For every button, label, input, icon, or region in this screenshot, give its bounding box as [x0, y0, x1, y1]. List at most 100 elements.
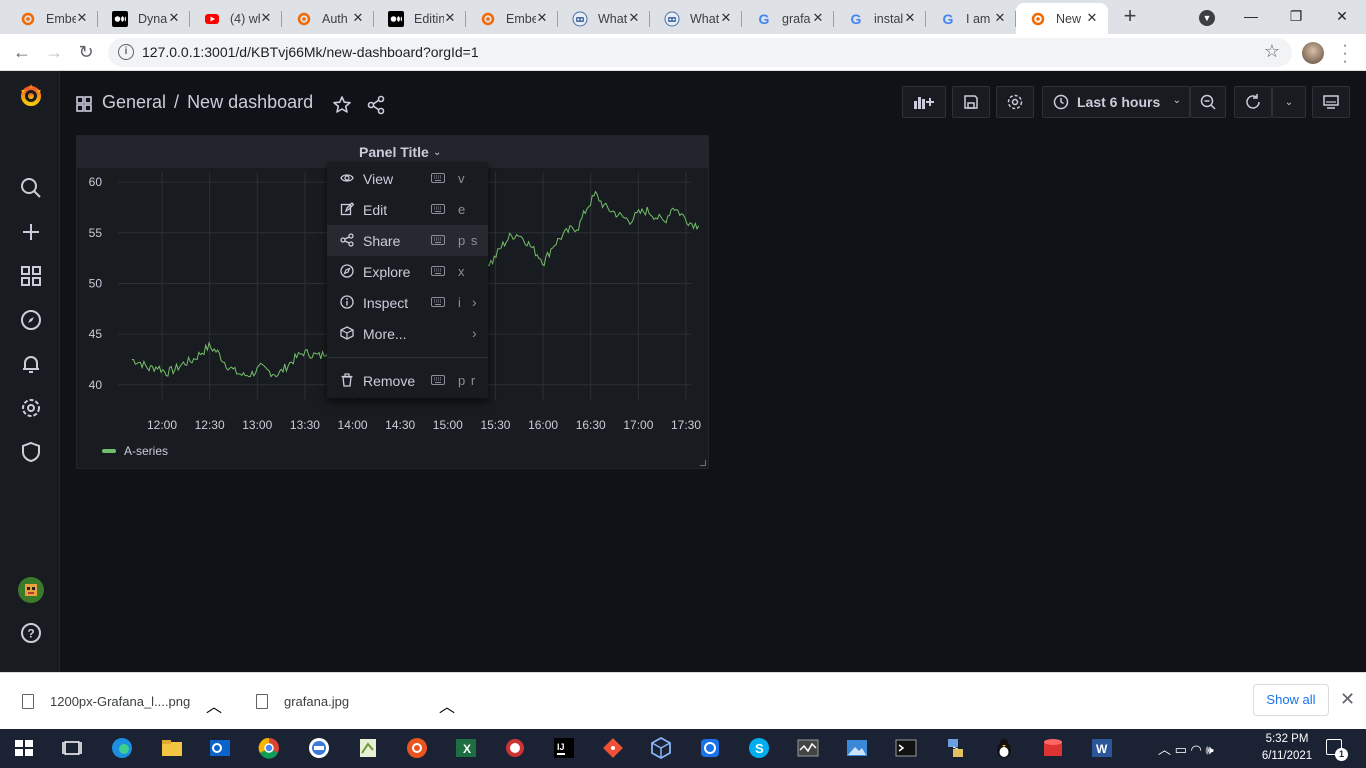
security-app-icon[interactable]: [698, 736, 722, 760]
browser-tab[interactable]: Ginstal ✕: [834, 3, 926, 34]
tab-close-icon[interactable]: ✕: [166, 10, 182, 26]
menu-item-share[interactable]: Share p s: [327, 225, 488, 256]
menu-item-edit[interactable]: Edit e: [327, 194, 488, 225]
reload-button[interactable]: ↻: [74, 41, 98, 63]
outlook-icon[interactable]: [208, 736, 232, 760]
server-admin-shield-icon[interactable]: [18, 439, 44, 465]
menu-item-remove[interactable]: Remove p r: [327, 365, 488, 396]
view-mode-button[interactable]: [1312, 86, 1350, 118]
share-dashboard-icon[interactable]: [366, 95, 386, 115]
tab-close-icon[interactable]: ✕: [626, 10, 642, 26]
refresh-button[interactable]: [1234, 86, 1272, 118]
tab-close-icon[interactable]: ✕: [74, 10, 90, 26]
configuration-gear-icon[interactable]: [18, 395, 44, 421]
dashboard-settings-button[interactable]: [996, 86, 1034, 118]
git-icon[interactable]: [601, 736, 625, 760]
linux-penguin-icon[interactable]: [992, 736, 1016, 760]
download-item[interactable]: 1200px-Grafana_l....png: [22, 673, 190, 730]
word-icon[interactable]: W: [1090, 736, 1114, 760]
notepad-plus-icon[interactable]: [356, 736, 380, 760]
task-view-icon[interactable]: [60, 736, 84, 760]
network-app-icon[interactable]: [943, 736, 967, 760]
excel-icon[interactable]: X: [454, 736, 478, 760]
time-picker-button[interactable]: Last 6 hours ⌄: [1042, 86, 1190, 118]
legend-series-label[interactable]: A-series: [124, 444, 168, 458]
new-tab-button[interactable]: +: [1118, 5, 1142, 29]
virtualbox-icon[interactable]: [649, 736, 673, 760]
intellij-icon[interactable]: IJ: [552, 736, 576, 760]
app-icon[interactable]: [503, 736, 527, 760]
forward-button[interactable]: →: [42, 41, 66, 63]
browser-tab[interactable]: New ✕: [1016, 3, 1108, 34]
breadcrumb-dashboard[interactable]: New dashboard: [187, 92, 313, 112]
alerting-bell-icon[interactable]: [18, 351, 44, 377]
close-window-button[interactable]: ✕: [1332, 6, 1352, 26]
help-icon[interactable]: ?: [18, 620, 44, 646]
chevron-up-icon[interactable]: ︿: [206, 693, 222, 717]
browser-tab[interactable]: What ✕: [650, 3, 742, 34]
performance-monitor-icon[interactable]: [796, 736, 820, 760]
bookmark-star-icon[interactable]: ☆: [1264, 41, 1280, 62]
explore-compass-icon[interactable]: [18, 307, 44, 333]
browser-tab[interactable]: Dyna ✕: [98, 3, 190, 34]
favorite-star-icon[interactable]: [332, 95, 352, 115]
tab-close-icon[interactable]: ✕: [810, 10, 826, 26]
dashboards-icon[interactable]: [18, 263, 44, 289]
tab-close-icon[interactable]: ✕: [718, 10, 734, 26]
chevron-up-icon[interactable]: ︿: [439, 693, 455, 717]
windows-start-icon[interactable]: [12, 736, 36, 760]
browser-tab[interactable]: (4) wh✕: [190, 3, 282, 34]
notification-icon[interactable]: 1: [1326, 739, 1348, 761]
profile-avatar[interactable]: [1302, 42, 1324, 64]
add-panel-button[interactable]: [902, 86, 946, 118]
menu-item-view[interactable]: View v: [327, 163, 488, 194]
tab-close-icon[interactable]: ✕: [902, 10, 918, 26]
show-all-button[interactable]: Show all: [1253, 684, 1329, 716]
system-tray[interactable]: ︿ ▭ ◠ 🕪: [1158, 739, 1214, 758]
terminal-icon[interactable]: [894, 736, 918, 760]
tab-close-icon[interactable]: ✕: [350, 10, 366, 26]
menu-item-more[interactable]: More... ›: [327, 318, 488, 349]
chrome-icon[interactable]: [257, 736, 281, 760]
file-explorer-icon[interactable]: [160, 736, 184, 760]
site-info-icon[interactable]: i: [118, 44, 134, 60]
tab-close-icon[interactable]: ✕: [258, 10, 274, 26]
tab-close-icon[interactable]: ✕: [534, 10, 550, 26]
skype-icon[interactable]: S: [747, 736, 771, 760]
browser-tab[interactable]: GI am ✕: [926, 3, 1016, 34]
browser-tab[interactable]: Embe ✕: [6, 3, 98, 34]
app-icon[interactable]: [1041, 736, 1065, 760]
refresh-interval-button[interactable]: ⌄: [1272, 86, 1306, 118]
create-plus-icon[interactable]: [18, 219, 44, 245]
close-downloads-icon[interactable]: ✕: [1340, 689, 1355, 710]
back-button[interactable]: ←: [10, 41, 34, 63]
browser-menu-icon[interactable]: · · ·: [1340, 38, 1350, 70]
save-dashboard-button[interactable]: [952, 86, 990, 118]
edge-icon[interactable]: [110, 736, 134, 760]
system-clock[interactable]: 5:32 PM 6/11/2021: [1260, 731, 1314, 765]
tab-close-icon[interactable]: ✕: [442, 10, 458, 26]
photos-icon[interactable]: [845, 736, 869, 760]
tab-close-icon[interactable]: ✕: [992, 10, 1008, 26]
browser-tab[interactable]: Auth ✕: [282, 3, 374, 34]
browser-tab[interactable]: Editin ✕: [374, 3, 466, 34]
download-item[interactable]: grafana.jpg: [256, 673, 349, 730]
chat-app-icon[interactable]: [307, 736, 331, 760]
panel-title[interactable]: Panel Title: [359, 144, 429, 160]
zoom-out-button[interactable]: [1190, 86, 1226, 118]
tab-close-icon[interactable]: ✕: [1084, 10, 1100, 26]
grafana-logo-icon[interactable]: [18, 83, 44, 109]
browser-tab[interactable]: Ggrafa ✕: [742, 3, 834, 34]
panel-resize-handle[interactable]: [700, 460, 706, 466]
search-icon[interactable]: [18, 175, 44, 201]
user-avatar[interactable]: [18, 577, 44, 603]
tab-search-icon[interactable]: ▼: [1199, 10, 1215, 26]
ubuntu-icon[interactable]: [405, 736, 429, 760]
breadcrumb-folder[interactable]: General: [102, 92, 166, 112]
minimize-button[interactable]: —: [1241, 6, 1261, 26]
address-bar[interactable]: i 127.0.0.1:3001/d/KBTvj66Mk/new-dashboa…: [108, 38, 1292, 67]
browser-tab[interactable]: Embe ✕: [466, 3, 558, 34]
browser-tab[interactable]: What ✕: [558, 3, 650, 34]
menu-item-explore[interactable]: Explore x: [327, 256, 488, 287]
maximize-button[interactable]: ❐: [1286, 6, 1306, 26]
